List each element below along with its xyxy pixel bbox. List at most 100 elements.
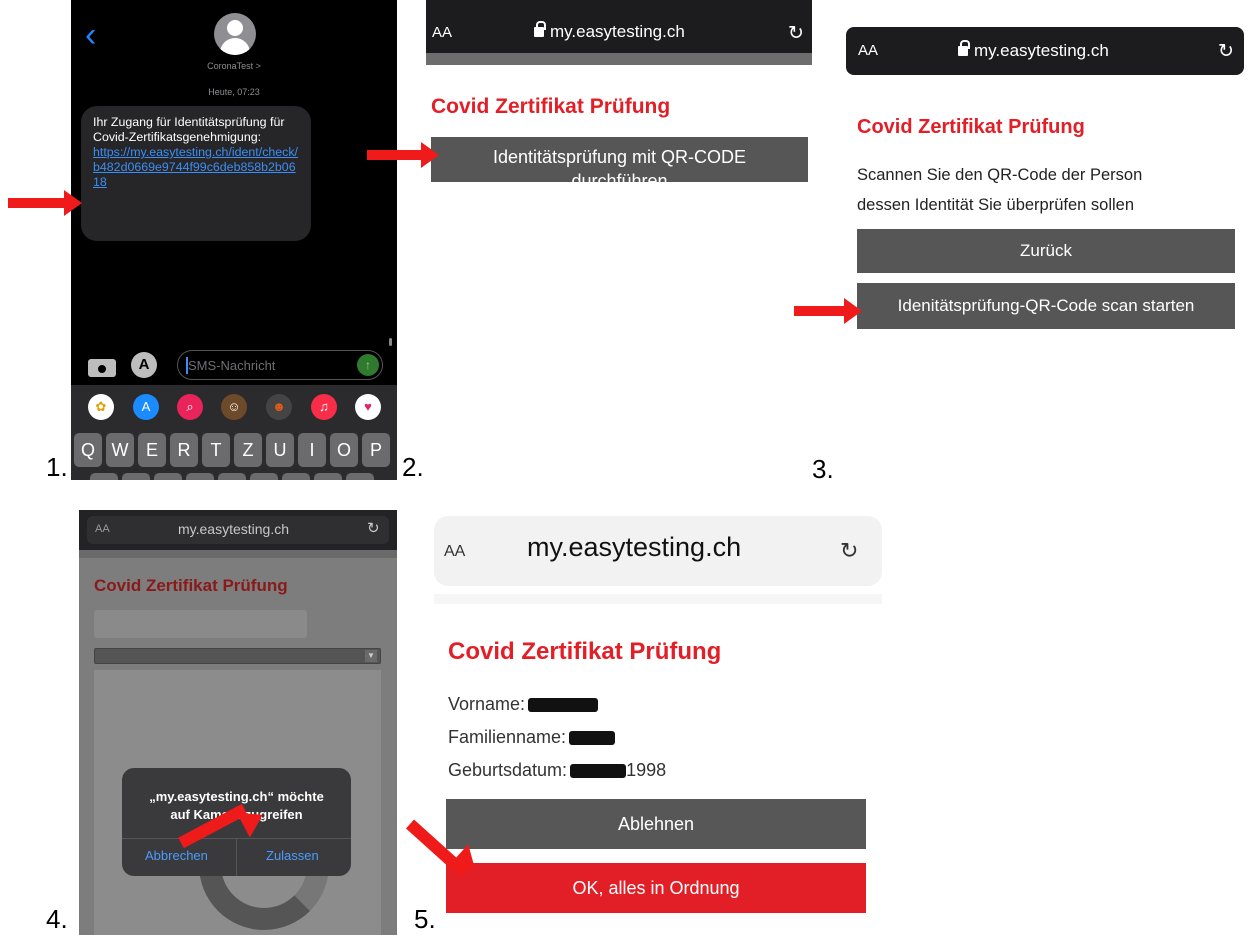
keyboard-row: Q W E R T Z U I O P bbox=[71, 433, 397, 467]
contact-name[interactable]: CoronaTest > bbox=[71, 61, 397, 71]
photos-icon[interactable]: ✿ bbox=[88, 394, 114, 420]
camera-icon[interactable] bbox=[88, 353, 116, 377]
key-o[interactable]: O bbox=[330, 433, 358, 467]
qr-button-line2: durchführen bbox=[571, 171, 668, 182]
key-u[interactable]: U bbox=[266, 433, 294, 467]
text-input[interactable] bbox=[94, 610, 307, 638]
key-w[interactable]: W bbox=[106, 433, 134, 467]
message-input-bar: A SMS-Nachricht ↑ bbox=[71, 345, 397, 385]
scan-instructions: Scannen Sie den QR-Code der Person desse… bbox=[857, 160, 1142, 220]
avatar-head bbox=[227, 20, 243, 36]
dialog-line1: „my.easytesting.ch“ möchte bbox=[149, 789, 324, 804]
message-text: Ihr Zugang für Identitätsprüfung für Cov… bbox=[93, 115, 285, 144]
camera-select[interactable]: ▼ bbox=[94, 648, 381, 664]
back-button[interactable]: Zurück bbox=[857, 229, 1235, 273]
qr-button-line1: Identitätsprüfung mit QR-CODE bbox=[492, 147, 747, 167]
browser-url-bar[interactable]: AA my.easytesting.ch ↻ bbox=[434, 516, 882, 586]
cancel-button[interactable]: Abbrechen bbox=[145, 848, 208, 863]
message-timestamp: Heute, 07:23 bbox=[208, 87, 260, 97]
lastname-label: Familienname: bbox=[448, 727, 567, 747]
text-size-button[interactable]: AA bbox=[444, 543, 465, 561]
lastname-field: Familienname: bbox=[448, 727, 616, 748]
url-host[interactable]: my.easytesting.ch bbox=[958, 40, 1109, 61]
key-z[interactable]: Z bbox=[234, 433, 262, 467]
lock-icon bbox=[534, 21, 546, 37]
key-i[interactable]: I bbox=[298, 433, 326, 467]
sms-screenshot: ‹ CoronaTest > Heute, 07:23 Ihr Zugang f… bbox=[71, 0, 397, 480]
memoji-icon[interactable]: ☺ bbox=[221, 394, 247, 420]
url-bar-shadow bbox=[434, 594, 882, 604]
start-qr-scan-button[interactable]: Idenitätsprüfung-QR-Code scan starten bbox=[857, 283, 1235, 329]
reload-icon[interactable]: ↻ bbox=[788, 22, 804, 45]
step-number-2: 2. bbox=[402, 452, 424, 482]
heart-icon[interactable]: ♥ bbox=[355, 394, 381, 420]
avatar-body bbox=[220, 38, 250, 55]
redacted-value bbox=[528, 698, 599, 713]
message-link[interactable]: https://my.easytesting.ch/ident/check/b4… bbox=[93, 145, 298, 189]
text-size-button[interactable]: AA bbox=[95, 523, 110, 535]
page-header-strip bbox=[79, 550, 397, 558]
birthdate-label: Geburtsdatum: bbox=[448, 760, 568, 780]
sms-input[interactable]: SMS-Nachricht ↑ bbox=[177, 350, 383, 380]
camera-permission-dialog: „my.easytesting.ch“ möchte auf Kamera zu… bbox=[122, 768, 351, 876]
app-store-icon[interactable]: A bbox=[131, 352, 157, 378]
firstname-field: Vorname: bbox=[448, 694, 599, 715]
key-q[interactable]: Q bbox=[74, 433, 102, 467]
lock-icon bbox=[958, 40, 970, 56]
url-host[interactable]: my.easytesting.ch bbox=[534, 21, 685, 42]
ok-button[interactable]: OK, alles in Ordnung bbox=[446, 863, 866, 913]
reject-button[interactable]: Ablehnen bbox=[446, 799, 866, 849]
keyboard-row-2 bbox=[71, 473, 397, 480]
page-title: Covid Zertifikat Prüfung bbox=[431, 95, 671, 118]
memoji-stickers-icon[interactable]: ☻ bbox=[266, 394, 292, 420]
chevron-down-icon[interactable]: ▼ bbox=[365, 650, 377, 662]
key-e[interactable]: E bbox=[138, 433, 166, 467]
keyboard: ✿ A ⌕ ☺ ☻ ♫ ♥ Q W E R T Z U I O P bbox=[71, 385, 397, 480]
reload-icon[interactable]: ↻ bbox=[1218, 40, 1234, 63]
arrow-right-icon bbox=[367, 142, 439, 168]
reload-icon[interactable]: ↻ bbox=[367, 519, 380, 537]
qr-identity-check-button[interactable]: Identitätsprüfung mit QR-CODE durchführe… bbox=[431, 137, 808, 182]
instruction-line1: Scannen Sie den QR-Code der Person bbox=[857, 166, 1143, 184]
text-size-button[interactable]: AA bbox=[432, 24, 452, 41]
browser-url-bar[interactable]: AA my.easytesting.ch ↻ bbox=[846, 27, 1244, 75]
redacted-value bbox=[569, 731, 616, 746]
page-title: Covid Zertifikat Prüfung bbox=[857, 116, 1085, 138]
app-rail: ✿ A ⌕ ☺ ☻ ♫ ♥ bbox=[71, 391, 397, 423]
firstname-label: Vorname: bbox=[448, 694, 526, 714]
text-size-button[interactable]: AA bbox=[858, 42, 878, 59]
key-t[interactable]: T bbox=[202, 433, 230, 467]
sms-input-placeholder: SMS-Nachricht bbox=[188, 358, 276, 373]
step-number-5: 5. bbox=[414, 904, 436, 934]
key-r[interactable]: R bbox=[170, 433, 198, 467]
app-store-icon[interactable]: A bbox=[133, 394, 159, 420]
url-host[interactable]: my.easytesting.ch bbox=[518, 532, 741, 563]
redacted-value bbox=[570, 764, 627, 779]
browser-url-bar[interactable]: AA my.easytesting.ch ↻ bbox=[79, 510, 397, 550]
page-title: Covid Zertifikat Prüfung bbox=[94, 576, 288, 595]
send-arrow-icon[interactable]: ↑ bbox=[357, 354, 379, 376]
key-p[interactable]: P bbox=[362, 433, 390, 467]
certificate-result-screenshot: AA my.easytesting.ch ↻ Covid Zertifikat … bbox=[434, 516, 882, 935]
allow-button[interactable]: Zulassen bbox=[266, 848, 319, 863]
reload-icon[interactable]: ↻ bbox=[840, 538, 858, 564]
page-title: Covid Zertifikat Prüfung bbox=[448, 638, 722, 665]
birthdate-year: 1998 bbox=[626, 760, 667, 780]
camera-permission-screenshot: AA my.easytesting.ch ↻ Covid Zertifikat … bbox=[79, 510, 397, 935]
url-bar-divider bbox=[426, 53, 812, 65]
search-images-icon[interactable]: ⌕ bbox=[177, 394, 203, 420]
chevron-left-icon[interactable]: ‹ bbox=[85, 18, 96, 52]
step-number-4: 4. bbox=[46, 904, 68, 934]
message-bubble: Ihr Zugang für Identitätsprüfung für Cov… bbox=[81, 106, 311, 241]
instruction-line2: dessen Identität Sie überprüfen sollen bbox=[857, 196, 1135, 214]
arrow-right-icon bbox=[8, 190, 82, 216]
dialog-button-divider bbox=[236, 839, 237, 876]
step-number-3: 3. bbox=[812, 454, 834, 484]
arrow-right-icon bbox=[794, 298, 862, 324]
step-number-1: 1. bbox=[46, 452, 68, 482]
browser-url-bar[interactable]: AA my.easytesting.ch ↻ bbox=[426, 0, 812, 53]
birthdate-field: Geburtsdatum: 1998 bbox=[448, 760, 666, 781]
avatar[interactable] bbox=[214, 13, 256, 55]
music-icon[interactable]: ♫ bbox=[311, 394, 337, 420]
url-host[interactable]: my.easytesting.ch bbox=[173, 521, 289, 537]
